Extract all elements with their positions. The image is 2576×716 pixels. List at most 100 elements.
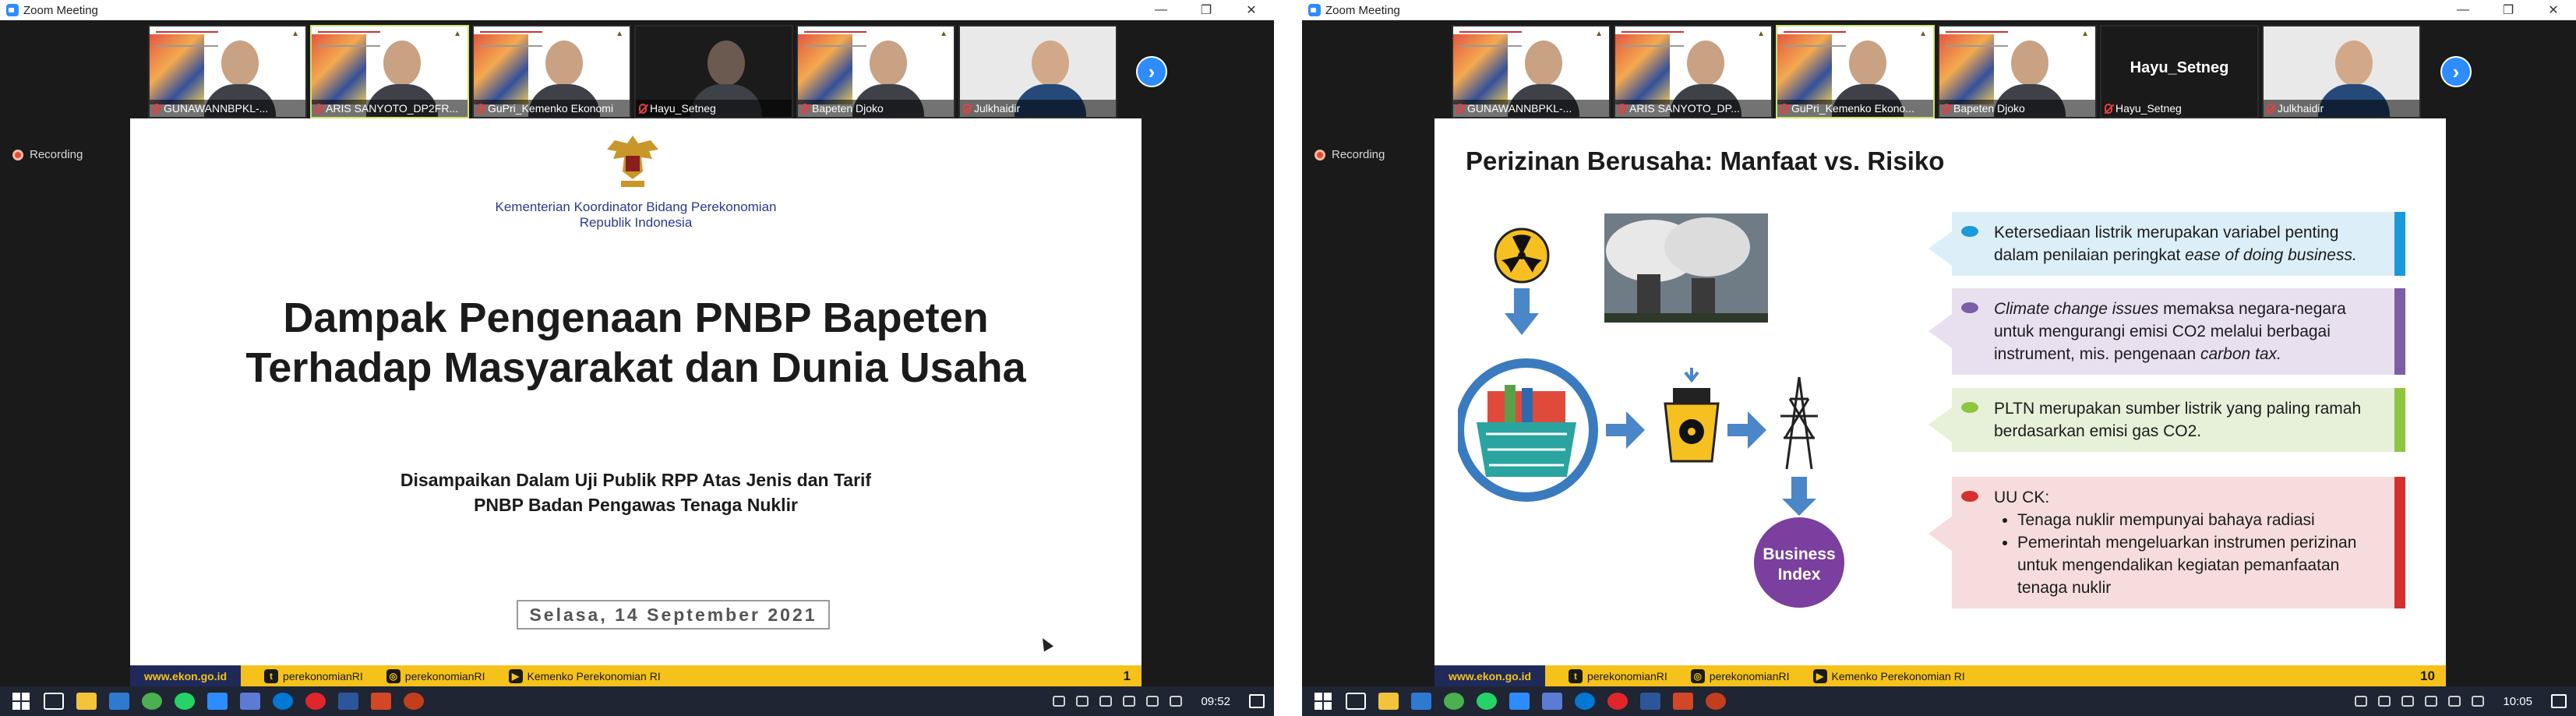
start-button-icon[interactable] — [12, 693, 30, 710]
dropbox-icon[interactable] — [2472, 696, 2485, 707]
windows-taskbar: 09:52 — [0, 686, 1274, 716]
whatsapp-icon[interactable] — [175, 693, 195, 710]
mail-icon[interactable] — [109, 693, 129, 710]
app-icon[interactable] — [1706, 693, 1726, 710]
volume-icon[interactable] — [2448, 696, 2461, 707]
zoom-taskbar-icon[interactable] — [207, 693, 228, 710]
meeting-stage: ▲ GUNAWANNBPKL-... ▲ ARIS SANYOTO_DP2FR.… — [0, 20, 1274, 687]
minimize-button[interactable]: — — [1138, 0, 1184, 20]
wifi-icon[interactable] — [2425, 696, 2438, 707]
slide-page-number: 10 — [2420, 668, 2435, 683]
participant-tile[interactable]: Hayu_Setneg — [634, 25, 793, 118]
clock[interactable]: 10:05 — [2503, 695, 2532, 708]
teams-icon[interactable] — [240, 693, 260, 710]
participant-tile[interactable]: ▲ GuPri_Kemenko Ekonomi — [472, 25, 631, 118]
recording-label: Recording — [1332, 148, 1385, 161]
dropbox-icon[interactable] — [1170, 696, 1183, 707]
participant-tile[interactable]: Julkhaidir — [2262, 25, 2421, 118]
participant-tile[interactable]: ▲ GUNAWANNBPKL-... — [1452, 25, 1611, 118]
window-title: Zoom Meeting — [1325, 3, 1400, 17]
slide-date: Selasa, 14 September 2021 — [517, 600, 830, 630]
record-icon — [1314, 149, 1325, 160]
recording-label: Recording — [30, 148, 83, 161]
powerpoint-icon[interactable] — [1673, 693, 1693, 710]
footer-twitter: perekonomianRI — [1587, 670, 1667, 682]
mail-icon[interactable] — [1411, 693, 1431, 710]
opera-icon[interactable] — [1607, 693, 1628, 710]
app-icon[interactable] — [404, 693, 424, 710]
cloud-icon[interactable] — [1076, 696, 1089, 707]
close-button[interactable]: ✕ — [2531, 0, 2576, 20]
next-page-arrow-icon[interactable]: › — [1136, 56, 1167, 87]
callout-uuck: UU CK: Tenaga nuklir mempunyai bahaya ra… — [1928, 477, 2405, 608]
participant-name: GuPri_Kemenko Ekono... — [1791, 102, 1914, 115]
word-icon[interactable] — [1640, 693, 1660, 710]
business-index-label: Business — [1763, 545, 1835, 563]
minimize-button[interactable]: — — [2440, 0, 2486, 20]
shared-slide: Kementerian Koordinator Bidang Perekonom… — [130, 118, 1142, 687]
chevron-up-icon[interactable] — [2355, 696, 2368, 707]
ministry-name: Kementerian Koordinator Bidang Perekonom… — [495, 199, 777, 214]
close-button[interactable]: ✕ — [1229, 0, 1274, 20]
recording-indicator[interactable]: Recording — [12, 148, 83, 161]
recording-indicator[interactable]: Recording — [1314, 148, 1385, 161]
powerpoint-icon[interactable] — [371, 693, 391, 710]
zoom-taskbar-icon[interactable] — [1509, 693, 1530, 710]
participant-tile[interactable]: ▲ Bapeten Djoko — [1938, 25, 2097, 118]
word-icon[interactable] — [338, 693, 358, 710]
chrome-icon[interactable] — [1444, 693, 1464, 710]
next-page-arrow-icon[interactable]: › — [2440, 56, 2472, 87]
maximize-button[interactable]: ❐ — [2486, 0, 2531, 20]
footer-instagram: perekonomianRI — [404, 670, 485, 682]
garuda-emblem-icon — [607, 136, 658, 187]
skype-icon[interactable] — [1575, 693, 1595, 710]
notification-icon[interactable] — [2551, 694, 2567, 708]
start-button-icon[interactable] — [1314, 693, 1332, 710]
mic-off-icon — [1780, 103, 1788, 114]
participant-tile[interactable]: ▲ GUNAWANNBPKL-... — [148, 25, 307, 118]
mic-off-icon — [477, 103, 485, 114]
crest-icon: ▲ — [1919, 30, 1927, 38]
task-view-icon[interactable] — [44, 693, 64, 710]
wifi-icon[interactable] — [1123, 696, 1136, 707]
participant-tile[interactable]: ▲ GuPri_Kemenko Ekono... — [1776, 25, 1935, 118]
callout-text-italic: ease of doing business. — [2185, 246, 2357, 264]
task-view-icon[interactable] — [1346, 693, 1366, 710]
bullet-icon — [1961, 226, 1978, 237]
participant-name: GuPri_Kemenko Ekonomi — [488, 102, 614, 115]
chevron-up-icon[interactable] — [1053, 696, 1066, 707]
footer-twitter: perekonomianRI — [283, 670, 363, 682]
file-explorer-icon[interactable] — [1378, 693, 1399, 710]
notification-icon[interactable] — [1249, 694, 1265, 708]
volume-icon[interactable] — [1146, 696, 1159, 707]
callout-pltn: PLTN merupakan sumber listrik yang palin… — [1928, 388, 2405, 452]
business-index-label: Index — [1778, 566, 1821, 584]
mic-off-icon — [315, 103, 323, 114]
slide-title: Dampak Pengenaan PNBP Bapeten Terhadap M… — [130, 293, 1142, 393]
teams-icon[interactable] — [1542, 693, 1562, 710]
opera-icon[interactable] — [305, 693, 326, 710]
cloud-icon[interactable] — [2378, 696, 2391, 707]
skype-icon[interactable] — [273, 693, 293, 710]
participant-tile[interactable]: ▲ ARIS SANYOTO_DP... — [1614, 25, 1773, 118]
twitter-icon: t — [264, 669, 279, 683]
battery-icon[interactable] — [2401, 696, 2415, 707]
chrome-icon[interactable] — [142, 693, 162, 710]
participant-name: Hayu_Setneg — [2115, 102, 2182, 115]
bullet-icon — [1961, 491, 1978, 502]
file-explorer-icon[interactable] — [76, 693, 97, 710]
participant-tile[interactable]: ▲ ARIS SANYOTO_DP2FR... — [310, 25, 469, 118]
maximize-button[interactable]: ❐ — [1184, 0, 1229, 20]
whatsapp-icon[interactable] — [1477, 693, 1497, 710]
footer-youtube: Kemenko Perekonomian RI — [527, 670, 661, 682]
arrow-down-icon — [1782, 477, 1816, 516]
clock[interactable]: 09:52 — [1201, 695, 1230, 708]
participant-strip: ▲ GUNAWANNBPKL-... ▲ ARIS SANYOTO_DP2FR.… — [148, 25, 1117, 118]
callout-climate: Climate change issues memaksa negara-neg… — [1928, 288, 2405, 375]
slide-title: Perizinan Berusaha: Manfaat vs. Risiko — [1466, 146, 1945, 175]
participant-tile[interactable]: Hayu_Setneg Hayu_Setneg — [2100, 25, 2259, 118]
battery-icon[interactable] — [1099, 696, 1113, 707]
participant-tile[interactable]: Julkhaidir — [958, 25, 1117, 118]
participant-tile[interactable]: ▲ Bapeten Djoko — [796, 25, 955, 118]
footer-site: www.ekon.go.id — [1434, 665, 1546, 687]
